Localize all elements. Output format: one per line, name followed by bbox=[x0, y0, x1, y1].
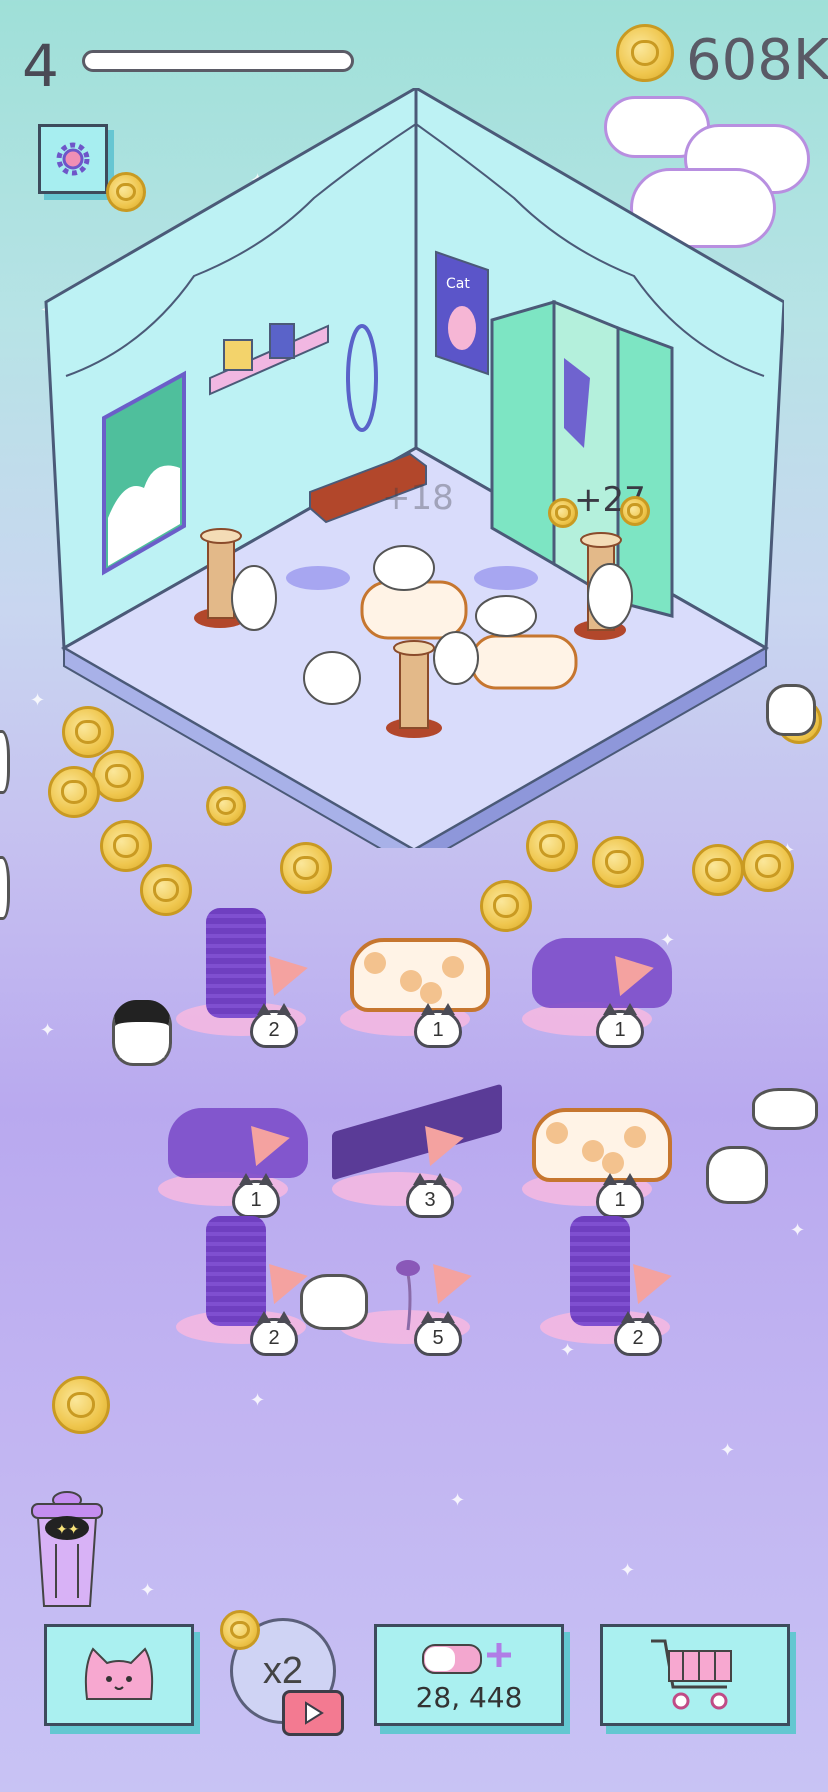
item-level-badge: 1 bbox=[414, 1003, 462, 1048]
coin-icon[interactable] bbox=[206, 786, 246, 826]
wandering-cat[interactable] bbox=[766, 684, 816, 736]
cat-bed-plus-icon bbox=[422, 1642, 511, 1674]
coin-icon[interactable] bbox=[280, 842, 332, 894]
room-cat-bed bbox=[470, 634, 578, 690]
room-cat bbox=[303, 651, 361, 705]
cat-bed-item[interactable] bbox=[532, 1108, 672, 1182]
scratching-post-item[interactable] bbox=[570, 1216, 630, 1326]
merge-slot[interactable]: 2 bbox=[530, 1206, 690, 1356]
wandering-cat[interactable] bbox=[0, 730, 10, 794]
room-cat bbox=[373, 545, 435, 591]
room-cat bbox=[231, 565, 277, 631]
coin-icon[interactable] bbox=[592, 836, 644, 888]
room-cat bbox=[475, 595, 537, 637]
trash-icon: ✦✦ bbox=[31, 1491, 103, 1607]
wandering-cat[interactable] bbox=[300, 1274, 368, 1330]
wandering-cat[interactable] bbox=[752, 1088, 818, 1130]
merge-slot[interactable]: 1 bbox=[148, 1068, 308, 1218]
svg-text:✦✦: ✦✦ bbox=[56, 1522, 80, 1538]
cat-room: Cat bbox=[44, 88, 784, 848]
scratching-post-item[interactable] bbox=[206, 1216, 266, 1326]
level-progress-bar bbox=[82, 50, 354, 72]
coin-icon[interactable] bbox=[52, 1376, 110, 1434]
shop-button[interactable] bbox=[600, 1624, 790, 1726]
wandering-cat[interactable] bbox=[0, 856, 10, 920]
coin-icon bbox=[548, 498, 578, 528]
coin-icon[interactable] bbox=[742, 840, 794, 892]
trash-can-button[interactable]: ✦✦ bbox=[30, 1488, 104, 1608]
buy-item-button[interactable]: 28, 448 bbox=[374, 1624, 564, 1726]
wandering-cat[interactable] bbox=[706, 1146, 768, 1204]
watch-ad-play-icon[interactable] bbox=[282, 1690, 344, 1736]
room-cat bbox=[587, 563, 633, 629]
scratching-post-item[interactable] bbox=[206, 908, 266, 1018]
wandering-cat[interactable] bbox=[112, 1000, 172, 1066]
merge-slot[interactable]: 1 bbox=[512, 1068, 672, 1218]
coin-icon bbox=[220, 1610, 260, 1650]
item-level-badge: 2 bbox=[250, 1003, 298, 1048]
merge-slot[interactable]: 1 bbox=[330, 898, 490, 1048]
cat-bed-item[interactable] bbox=[350, 938, 490, 1012]
coin-icon[interactable] bbox=[100, 820, 152, 872]
shopping-cart-icon bbox=[651, 1639, 732, 1710]
cat-poster: Cat bbox=[435, 250, 489, 376]
room-cat bbox=[433, 631, 479, 685]
feather-toy-item[interactable] bbox=[396, 1256, 420, 1331]
buy-item-price: 28, 448 bbox=[415, 1680, 523, 1714]
item-level-badge: 2 bbox=[250, 1311, 298, 1356]
coin-icon bbox=[616, 24, 674, 82]
coin-icon[interactable] bbox=[526, 820, 578, 872]
item-level-badge: 1 bbox=[596, 1003, 644, 1048]
cats-button[interactable] bbox=[44, 1624, 194, 1726]
coin-icon[interactable] bbox=[692, 844, 744, 896]
room-cat-bed bbox=[360, 580, 468, 640]
merge-slot[interactable]: 1 bbox=[512, 898, 672, 1048]
coin-counter: 608K bbox=[686, 28, 828, 93]
merge-slot[interactable]: 2 bbox=[166, 1206, 326, 1356]
coin-icon bbox=[620, 496, 650, 526]
earn-popup: +18 bbox=[382, 478, 454, 518]
coin-icon[interactable] bbox=[62, 706, 114, 758]
merge-slot[interactable]: 3 bbox=[322, 1068, 502, 1218]
cat-face-icon bbox=[84, 1647, 154, 1700]
merge-slot[interactable]: 2 bbox=[166, 898, 326, 1048]
poster-text: Cat bbox=[446, 276, 470, 292]
item-level-badge: 2 bbox=[614, 1311, 662, 1356]
item-level-badge: 5 bbox=[414, 1311, 462, 1356]
coin-icon[interactable] bbox=[48, 766, 100, 818]
